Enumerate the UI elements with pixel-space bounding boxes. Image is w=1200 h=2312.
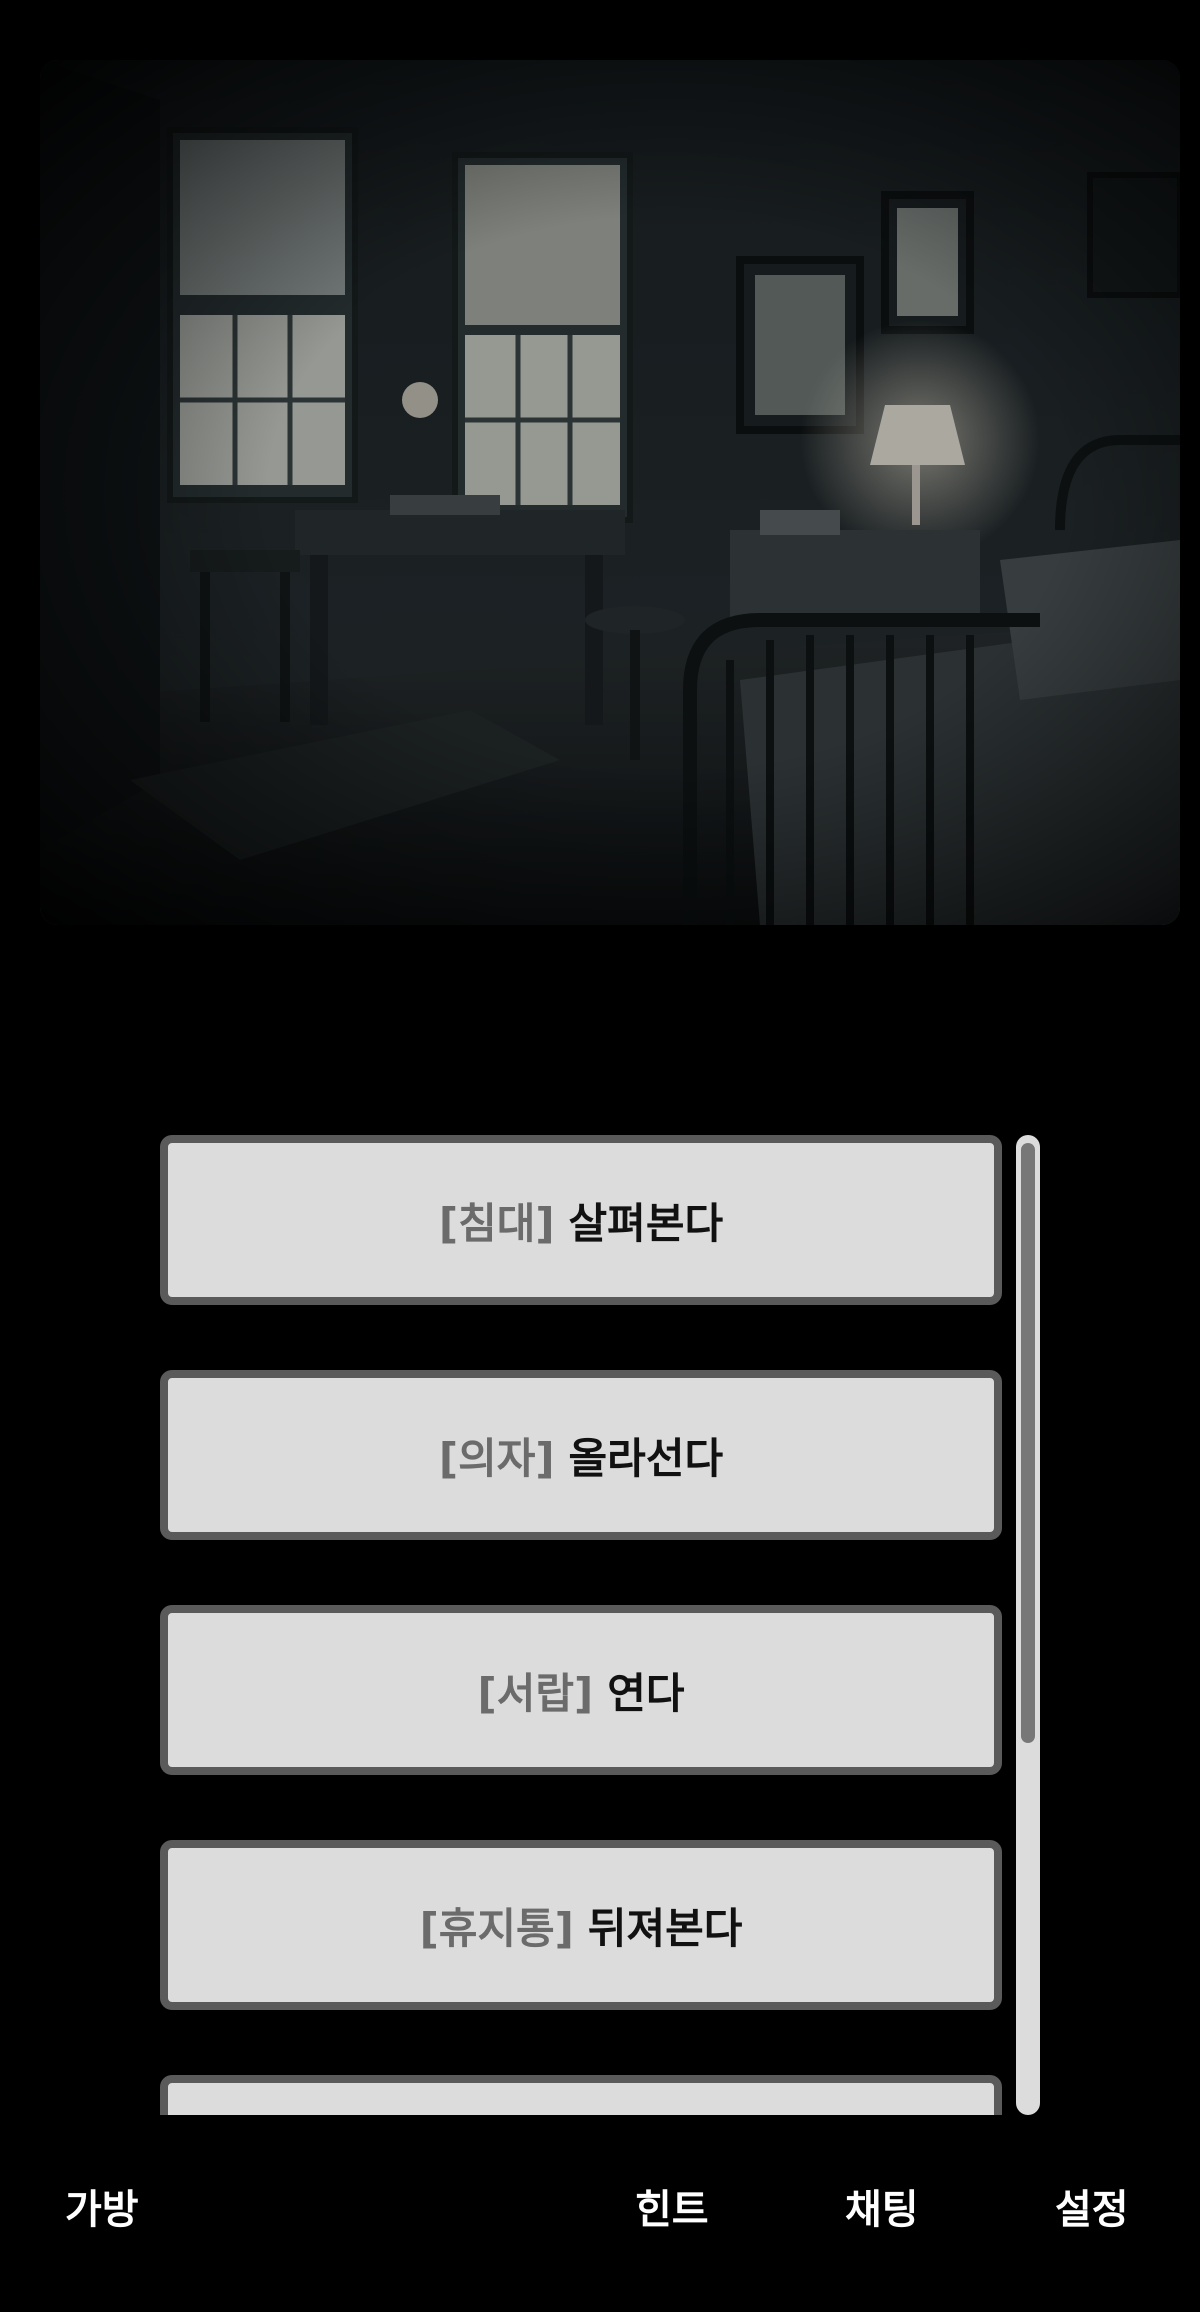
bottom-nav: 가방 힌트 채팅 설정: [0, 2170, 1200, 2250]
choice-tag: [휴지통]: [419, 1903, 574, 1953]
choice-action: 살펴본다: [568, 1198, 724, 1248]
choice-button-chair[interactable]: [의자] 올라선다: [160, 1370, 1002, 1540]
choice-tag: [서랍]: [477, 1668, 594, 1718]
choice-button-bed[interactable]: [침대] 살펴본다: [160, 1135, 1002, 1305]
choice-action: 뒤져본다: [587, 1903, 743, 1953]
bag-button[interactable]: 가방: [65, 2170, 139, 2250]
choice-button-trashcan[interactable]: [휴지통] 뒤져본다: [160, 1840, 1002, 2010]
scrollbar-thumb[interactable]: [1021, 1143, 1035, 1743]
choice-tag: [침대]: [438, 1198, 555, 1248]
bedroom-illustration: [40, 60, 1180, 925]
choice-action: 올라선다: [568, 1433, 724, 1483]
choice-list[interactable]: [침대] 살펴본다 [의자] 올라선다 [서랍] 연다 [휴지통] 뒤져본다: [160, 1135, 1002, 2115]
scene-image: [40, 60, 1180, 925]
hint-button[interactable]: 힌트: [635, 2170, 709, 2250]
choice-tag: [의자]: [438, 1433, 555, 1483]
choice-scrollbar[interactable]: [1016, 1135, 1040, 2115]
choice-action: 연다: [607, 1668, 685, 1718]
settings-button[interactable]: 설정: [1055, 2170, 1129, 2250]
choice-button-partial[interactable]: [160, 2075, 1002, 2115]
choice-button-drawer[interactable]: [서랍] 연다: [160, 1605, 1002, 1775]
chat-button[interactable]: 채팅: [845, 2170, 919, 2250]
